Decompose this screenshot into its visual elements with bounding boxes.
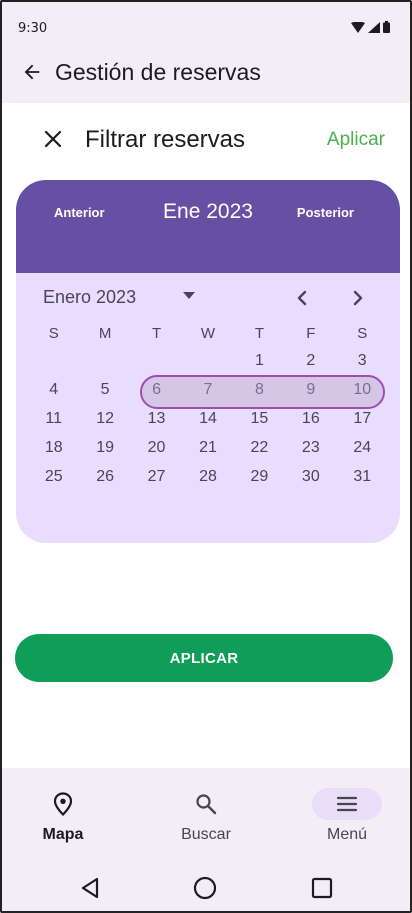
system-indicators [351,21,390,33]
weekday-label: T [254,324,264,342]
day-cell[interactable]: 29 [234,468,285,486]
day-cell[interactable]: 15 [234,410,285,428]
week-row: 18 19 20 21 22 23 24 [28,433,388,462]
day-cell[interactable]: 3 [337,352,388,370]
day-cell[interactable]: 2 [285,352,336,370]
day-cell[interactable]: 30 [285,468,336,486]
apply-link[interactable]: Aplicar [327,129,385,151]
day-cell-selected[interactable]: 9 [285,381,336,399]
weekday-label: T [151,324,162,342]
week-row: 1 2 3 [28,346,388,375]
next-button[interactable]: Posterior [297,205,354,220]
nav-label: Buscar [181,826,231,843]
top-area: 9:30 Gestión de reservas [2,2,410,103]
day-cell[interactable]: 19 [79,439,130,457]
apply-button[interactable]: APLICAR [15,634,393,682]
location-pin-icon [13,788,113,820]
nav-item-buscar[interactable]: Buscar [156,788,256,844]
day-cell[interactable]: 5 [79,381,130,399]
weekday-label: W [200,324,216,342]
weekday-label: F [306,324,316,342]
back-button[interactable] [16,56,48,88]
status-time: 9:30 [18,21,48,36]
day-cell[interactable]: 18 [28,439,79,457]
day-cell[interactable]: 23 [285,439,336,457]
dropdown-arrow-icon[interactable] [182,290,196,300]
week-row: 4 5 6 7 8 9 10 [28,375,388,404]
close-button[interactable] [40,126,66,152]
day-cell[interactable]: 28 [182,468,233,486]
close-icon [44,130,62,148]
battery-icon [383,21,390,33]
system-home-icon[interactable] [190,873,220,903]
day-cell[interactable]: 22 [234,439,285,457]
app-title: Gestión de reservas [55,59,261,85]
filter-header: Filtrar reservas Aplicar [2,114,410,164]
system-navigation-bar [2,863,410,911]
day-cell[interactable]: 20 [131,439,182,457]
day-cell[interactable]: 16 [285,410,336,428]
weekday-label: M [98,324,112,342]
weekday-label: S [48,324,59,342]
day-cell[interactable]: 27 [131,468,182,486]
week-row: 25 26 27 28 29 30 31 [28,462,388,491]
calendar-grid: S M T W T F S 1 2 3 4 5 6 7 8 9 10 11 12… [28,320,388,491]
day-cell[interactable]: 24 [337,439,388,457]
search-icon [156,788,256,820]
day-cell[interactable]: 14 [182,410,233,428]
phone-screen: 9:30 Gestión de reservas Filtrar reserva… [0,0,412,913]
day-cell[interactable]: 1 [234,352,285,370]
week-row: 11 12 13 14 15 16 17 [28,404,388,433]
wifi-icon [351,21,365,33]
app-bar: Gestión de reservas [2,46,410,102]
nav-label: Menú [326,826,368,843]
month-selector-row: Enero 2023 [16,284,400,312]
bottom-navigation: Mapa Buscar Menú [2,768,410,863]
day-cell-selected[interactable]: 10 [337,381,388,399]
month-label[interactable]: Enero 2023 [43,287,136,308]
day-cell-selected[interactable]: 6 [131,381,182,399]
day-cell[interactable]: 25 [28,468,79,486]
date-range-picker: Anterior Ene 2023 Posterior Enero 2023 S… [16,180,400,543]
day-cell[interactable]: 31 [337,468,388,486]
menu-icon [312,788,382,820]
weekday-label: S [357,324,368,342]
filter-title: Filtrar reservas [85,126,246,153]
day-cell[interactable]: 11 [28,410,79,428]
day-cell[interactable]: 13 [131,410,182,428]
day-cell-selected[interactable]: 8 [234,381,285,399]
day-cell-selected[interactable]: 7 [182,381,233,399]
nav-item-mapa[interactable]: Mapa [13,788,113,844]
chevron-left-icon[interactable] [290,286,314,310]
system-back-icon[interactable] [75,873,105,903]
day-cell[interactable]: 4 [28,381,79,399]
status-bar: 9:30 [2,2,410,46]
signal-icon [368,21,380,33]
nav-item-menu[interactable]: Menú [297,788,397,844]
nav-label: Mapa [42,826,84,843]
calendar-header: Anterior Ene 2023 Posterior [16,180,400,273]
arrow-back-icon [24,64,40,80]
day-cell[interactable]: 26 [79,468,130,486]
day-cell[interactable]: 12 [79,410,130,428]
day-cell[interactable]: 17 [337,410,388,428]
chevron-right-icon[interactable] [346,286,370,310]
day-cell[interactable]: 21 [182,439,233,457]
system-recents-icon[interactable] [307,873,337,903]
weekday-row: S M T W T F S [28,320,388,346]
